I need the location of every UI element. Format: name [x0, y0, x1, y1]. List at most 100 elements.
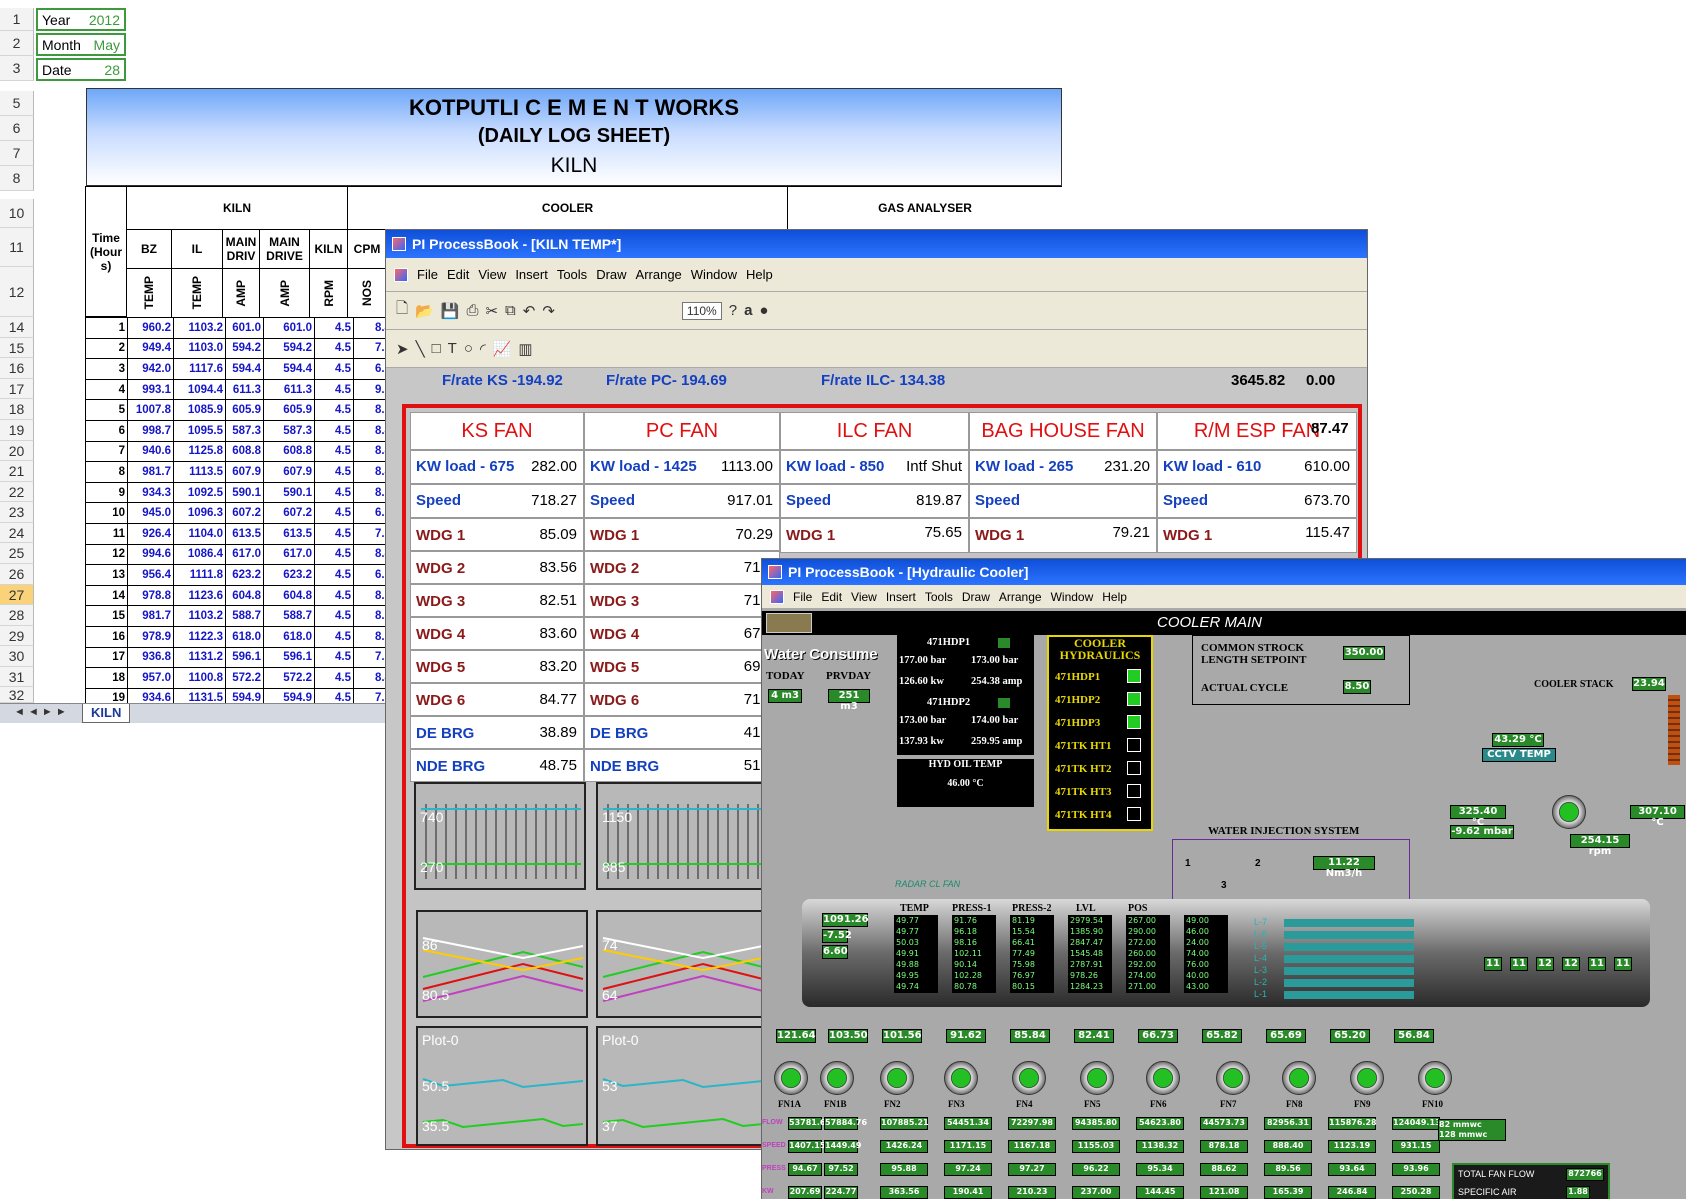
grid-value: 49.74: [896, 982, 919, 991]
new-icon[interactable]: 🗋: [396, 298, 408, 323]
grid-head: LVL: [1076, 903, 1096, 914]
fan-speed-value: 1155.03: [1072, 1140, 1120, 1153]
ellipse-icon[interactable]: ○: [464, 340, 473, 357]
menu-draw[interactable]: Draw: [596, 267, 626, 282]
level-label: L-3: [1254, 965, 1268, 975]
fan-speed-value: 1138.32: [1136, 1140, 1184, 1153]
trend-icon[interactable]: 📈: [493, 340, 512, 358]
menu-view[interactable]: View: [478, 267, 506, 282]
menu-edit[interactable]: Edit: [821, 590, 842, 604]
sheet-tab-kiln[interactable]: KILN: [82, 704, 131, 723]
rect-icon[interactable]: □: [432, 340, 441, 357]
wdg1-label: WDG 1: [975, 527, 1025, 544]
pc-row-3: WDG 4 67.7: [584, 617, 780, 650]
menu-arrange[interactable]: Arrange: [636, 267, 682, 282]
pc-row-6: DE BRG 41.2: [584, 716, 780, 749]
cooler-stack-value: 23.94: [1632, 677, 1666, 691]
info-year[interactable]: Year 2012: [36, 8, 126, 31]
table-row: 5 1007.8 1085.9 605.9 605.9 4.5 8.5: [85, 399, 394, 421]
menu-insert[interactable]: Insert: [886, 590, 916, 604]
row-header: 27: [0, 585, 34, 605]
menu-view[interactable]: View: [851, 590, 877, 604]
row-label: PRESS: [762, 1165, 786, 1172]
menu-tools[interactable]: Tools: [557, 267, 587, 282]
grid-col: 81.19 15.54 66.41 77.49 75.98 76.97 80.15: [1010, 915, 1054, 993]
menu-help[interactable]: Help: [746, 267, 773, 282]
menu-window[interactable]: Window: [691, 267, 737, 282]
fan-press-value: 88.62: [1200, 1163, 1248, 1176]
fan-flow-value: 54623.80: [1136, 1117, 1184, 1130]
grid-col: 267.00 290.00 272.00 260.00 292.00 274.00 271.…: [1126, 915, 1170, 993]
help-icon[interactable]: ?: [729, 302, 737, 319]
menu-edit[interactable]: Edit: [447, 267, 469, 282]
grate-box: 12: [1536, 957, 1554, 971]
menu-tools[interactable]: Tools: [925, 590, 953, 604]
menu-help[interactable]: Help: [1102, 590, 1127, 604]
line-icon[interactable]: ╲: [416, 340, 425, 358]
plot-label: 80.5: [422, 987, 450, 1003]
menu-arrange[interactable]: Arrange: [999, 590, 1042, 604]
status-led: [1127, 738, 1141, 752]
ks-row-2: WDG 3 82.51: [410, 584, 584, 617]
grid-value: 49.77: [896, 927, 919, 936]
save-icon[interactable]: 💾: [441, 302, 460, 320]
menu-window[interactable]: Window: [1051, 590, 1094, 604]
pc-row-1: WDG 2 71.8: [584, 551, 780, 584]
info-date[interactable]: Date 28: [36, 58, 126, 81]
injector-num: 3: [1221, 880, 1227, 891]
table-cell: 3: [85, 358, 128, 380]
menu-insert[interactable]: Insert: [515, 267, 548, 282]
color-icon[interactable]: ●: [759, 302, 768, 319]
sheet-nav-arrows[interactable]: ◄ ◄ ► ►: [14, 706, 67, 718]
fan-icon: [1418, 1061, 1452, 1095]
arc-icon[interactable]: ◜: [480, 340, 486, 358]
grid-value: 267.00: [1128, 916, 1156, 925]
zoom-select[interactable]: 110%: [681, 301, 722, 320]
pc-row-4: WDG 5 69.4: [584, 650, 780, 683]
text-tool-icon[interactable]: a: [744, 302, 752, 319]
fan-kw-value: 144.45: [1136, 1186, 1184, 1199]
totals-box: TOTAL FAN FLOW 872766 SPECIFIC AIR 1.88: [1452, 1163, 1610, 1199]
print-icon[interactable]: ⎙: [466, 302, 478, 319]
grid-value: 102.11: [954, 949, 982, 958]
trend-plot-4: 74 64: [596, 910, 766, 1018]
table-cell: 981.7: [127, 605, 174, 627]
grate-box: 11: [1588, 957, 1606, 971]
menu-file[interactable]: File: [417, 267, 438, 282]
bar-icon[interactable]: ▥: [518, 340, 532, 358]
ks-value: 38.89: [539, 724, 577, 741]
table-cell: 587.3: [225, 419, 264, 442]
table-cell: 4.5: [314, 399, 354, 421]
text-icon[interactable]: T: [448, 340, 457, 357]
table-cell: 4.5: [314, 667, 354, 689]
table-cell: 1094.4: [173, 378, 226, 401]
table-cell: 998.7: [127, 419, 174, 442]
fan-name: FN1A: [778, 1099, 801, 1109]
open-icon[interactable]: 📂: [415, 302, 434, 320]
hdp-name: 471HDP2: [927, 697, 971, 708]
pointer-icon[interactable]: ➤: [396, 340, 409, 358]
fan-name: FN10: [1422, 1099, 1443, 1109]
copy-icon[interactable]: ⧉: [505, 302, 516, 319]
info-month[interactable]: Month May: [36, 33, 126, 56]
table-cell: 594.4: [263, 358, 315, 380]
table-row: 10 945.0 1096.3 607.2 607.2 4.5 6.7: [85, 502, 394, 524]
cooler-hyd-item: 471TK HT1: [1055, 740, 1112, 752]
main-drive-2-header: MAIN DRIVE: [259, 229, 310, 269]
undo-icon[interactable]: ↶: [523, 302, 536, 320]
fan-press-value: 93.64: [1328, 1163, 1376, 1176]
table-cell: 611.3: [263, 378, 315, 401]
menu-draw[interactable]: Draw: [962, 590, 990, 604]
menu-file[interactable]: File: [793, 590, 812, 604]
cut-icon[interactable]: ✂: [485, 302, 498, 320]
section-title: KILN: [550, 154, 598, 177]
ks-value: 85.09: [539, 526, 577, 543]
exhaust-press: -9.62 mbar: [1450, 825, 1514, 839]
table-cell: 957.0: [127, 667, 174, 689]
redo-icon[interactable]: ↷: [542, 302, 555, 320]
fan-press-value: 93.96: [1392, 1163, 1440, 1176]
fan-name: FN8: [1286, 1099, 1303, 1109]
level-bar: [1284, 967, 1414, 975]
exhaust-fan-rpm: 254.15 rpm: [1570, 834, 1630, 857]
grid-value: 43.00: [1186, 982, 1209, 991]
